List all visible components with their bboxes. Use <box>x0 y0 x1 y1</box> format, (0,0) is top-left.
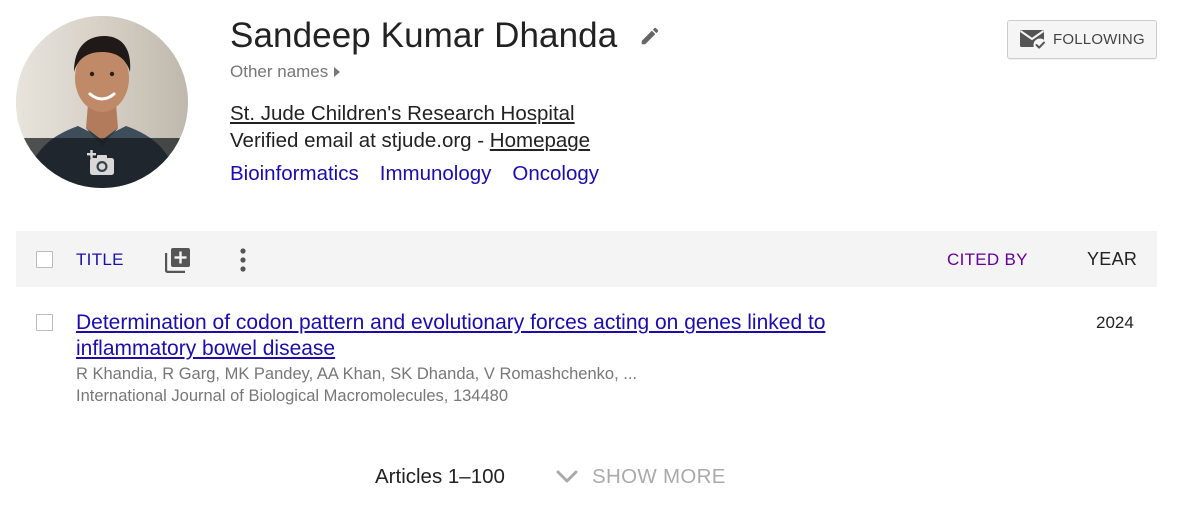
add-photo-icon[interactable] <box>87 150 117 178</box>
show-more-button[interactable]: SHOW MORE <box>556 465 726 489</box>
show-more-label: SHOW MORE <box>592 465 726 488</box>
article-year: 2024 <box>1096 313 1134 332</box>
table-row: Determination of codon pattern and evolu… <box>16 300 1157 420</box>
articles-count: Articles 1–100 <box>375 465 505 488</box>
homepage-link[interactable]: Homepage <box>490 129 590 152</box>
pencil-icon[interactable] <box>639 25 661 47</box>
column-cited-by-sort[interactable]: CITED BY <box>947 250 1028 270</box>
interest-immunology[interactable]: Immunology <box>380 161 492 187</box>
mail-check-icon <box>1019 29 1047 51</box>
email-text: Verified email at stjude.org - <box>230 129 490 152</box>
other-names-toggle[interactable]: Other names <box>230 62 341 82</box>
following-button-label: FOLLOWING <box>1053 31 1145 48</box>
profile-avatar[interactable] <box>16 16 188 188</box>
more-vertical-icon[interactable] <box>239 247 247 273</box>
caret-right-icon <box>334 67 341 77</box>
column-title-sort[interactable]: TITLE <box>76 250 124 270</box>
interest-bioinformatics[interactable]: Bioinformatics <box>230 161 359 187</box>
profile-name-row: Sandeep Kumar Dhanda <box>230 16 661 56</box>
avatar-upload-overlay[interactable] <box>16 138 188 188</box>
chevron-down-icon <box>556 470 578 483</box>
following-button[interactable]: FOLLOWING <box>1007 20 1157 59</box>
select-all-checkbox[interactable] <box>36 251 53 268</box>
verified-email: Verified email at stjude.org - Homepage <box>230 128 590 154</box>
column-year-sort[interactable]: YEAR <box>1087 249 1137 270</box>
interest-oncology[interactable]: Oncology <box>512 161 599 187</box>
article-select-checkbox[interactable] <box>36 314 53 331</box>
profile-name: Sandeep Kumar Dhanda <box>230 16 618 55</box>
article-authors: R Khandia, R Garg, MK Pandey, AA Khan, S… <box>76 365 638 383</box>
articles-table-header: TITLE CITED BY YEAR <box>16 231 1157 287</box>
other-names-label: Other names <box>230 62 329 81</box>
article-title-link[interactable]: Determination of codon pattern and evolu… <box>76 310 876 362</box>
add-box-icon[interactable] <box>165 247 191 273</box>
affiliation-link[interactable]: St. Jude Children's Research Hospital <box>230 101 575 127</box>
research-interests: Bioinformatics Immunology Oncology <box>230 161 599 187</box>
article-venue: International Journal of Biological Macr… <box>76 387 509 405</box>
